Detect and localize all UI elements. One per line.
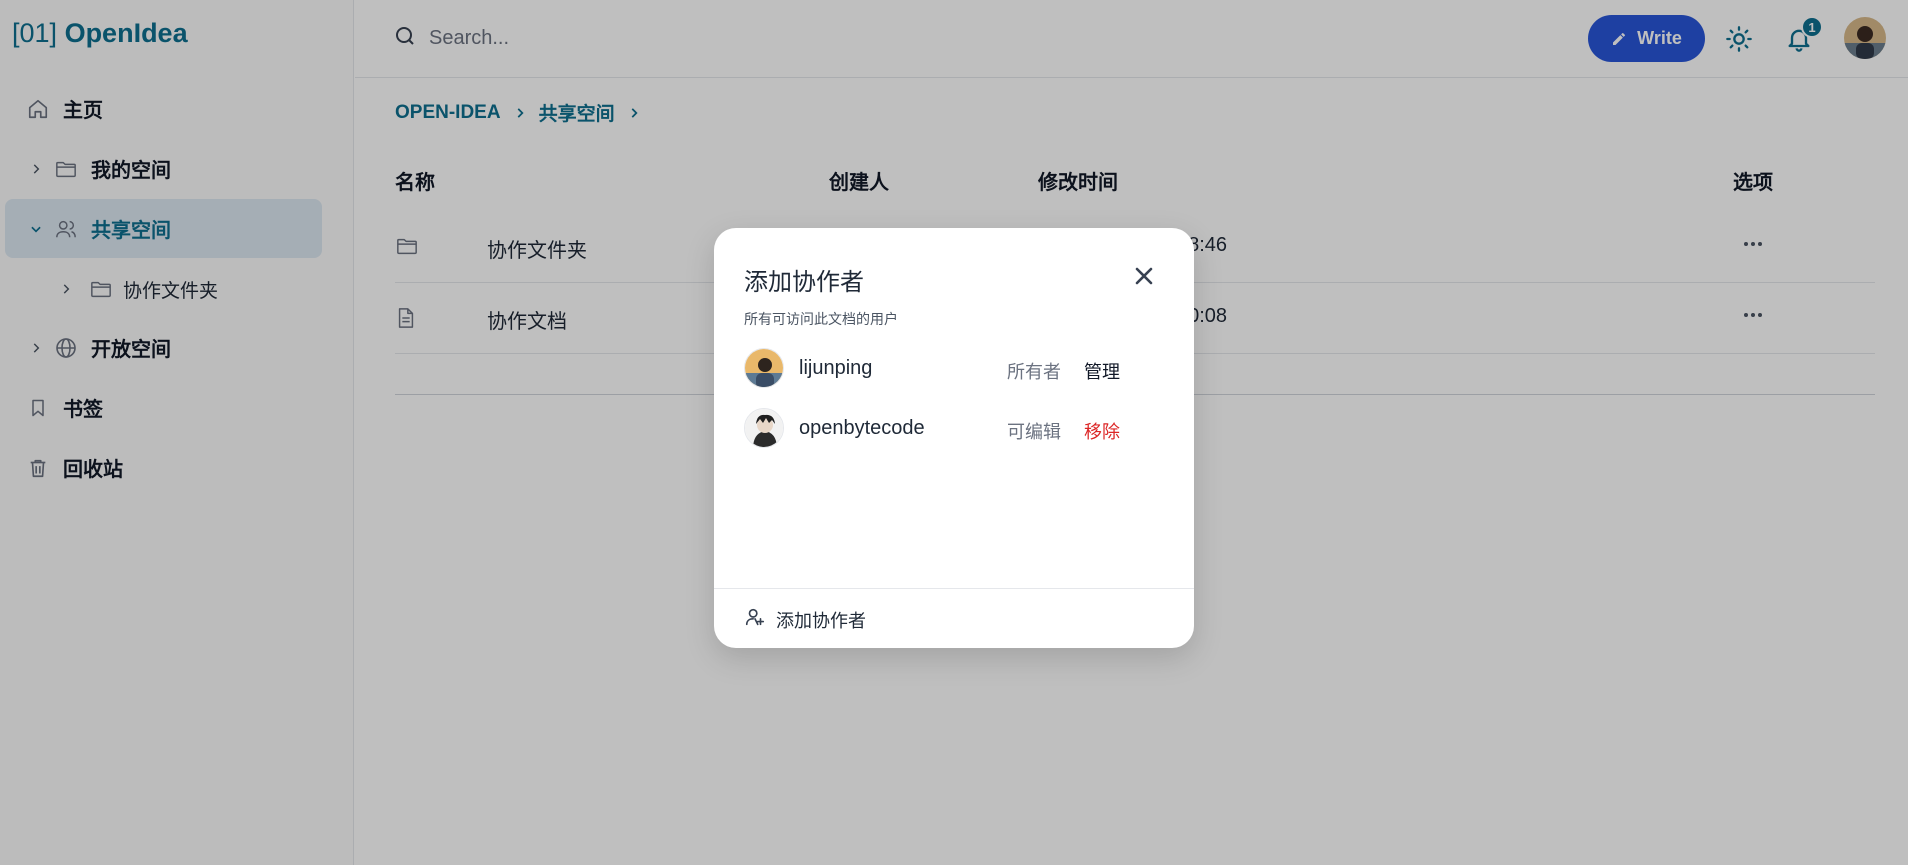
dialog-subtitle: 所有可访问此文档的用户 <box>744 311 898 327</box>
add-collaborator-button[interactable]: 添加协作者 <box>744 606 866 633</box>
add-collaborator-label: 添加协作者 <box>776 610 866 631</box>
dialog-divider <box>714 588 1194 589</box>
collaborator-row: openbytecode 可编辑 移除 <box>744 408 1164 452</box>
collaborator-row: lijunping 所有者 管理 <box>744 348 1164 392</box>
collaborator-role: 所有者 <box>1007 362 1061 382</box>
remove-button[interactable]: 移除 <box>1084 418 1120 444</box>
add-user-icon <box>744 606 766 633</box>
close-icon[interactable] <box>1130 262 1158 295</box>
add-collaborator-dialog: 添加协作者 所有可访问此文档的用户 lijunping 所有者 管理 openb <box>714 228 1194 648</box>
collaborator-role: 可编辑 <box>1007 422 1061 442</box>
manage-button[interactable]: 管理 <box>1084 358 1120 384</box>
dialog-title: 添加协作者 <box>744 269 864 296</box>
collaborator-username: openbytecode <box>799 417 925 439</box>
avatar <box>744 408 784 448</box>
collaborator-username: lijunping <box>799 357 873 379</box>
avatar <box>744 348 784 388</box>
